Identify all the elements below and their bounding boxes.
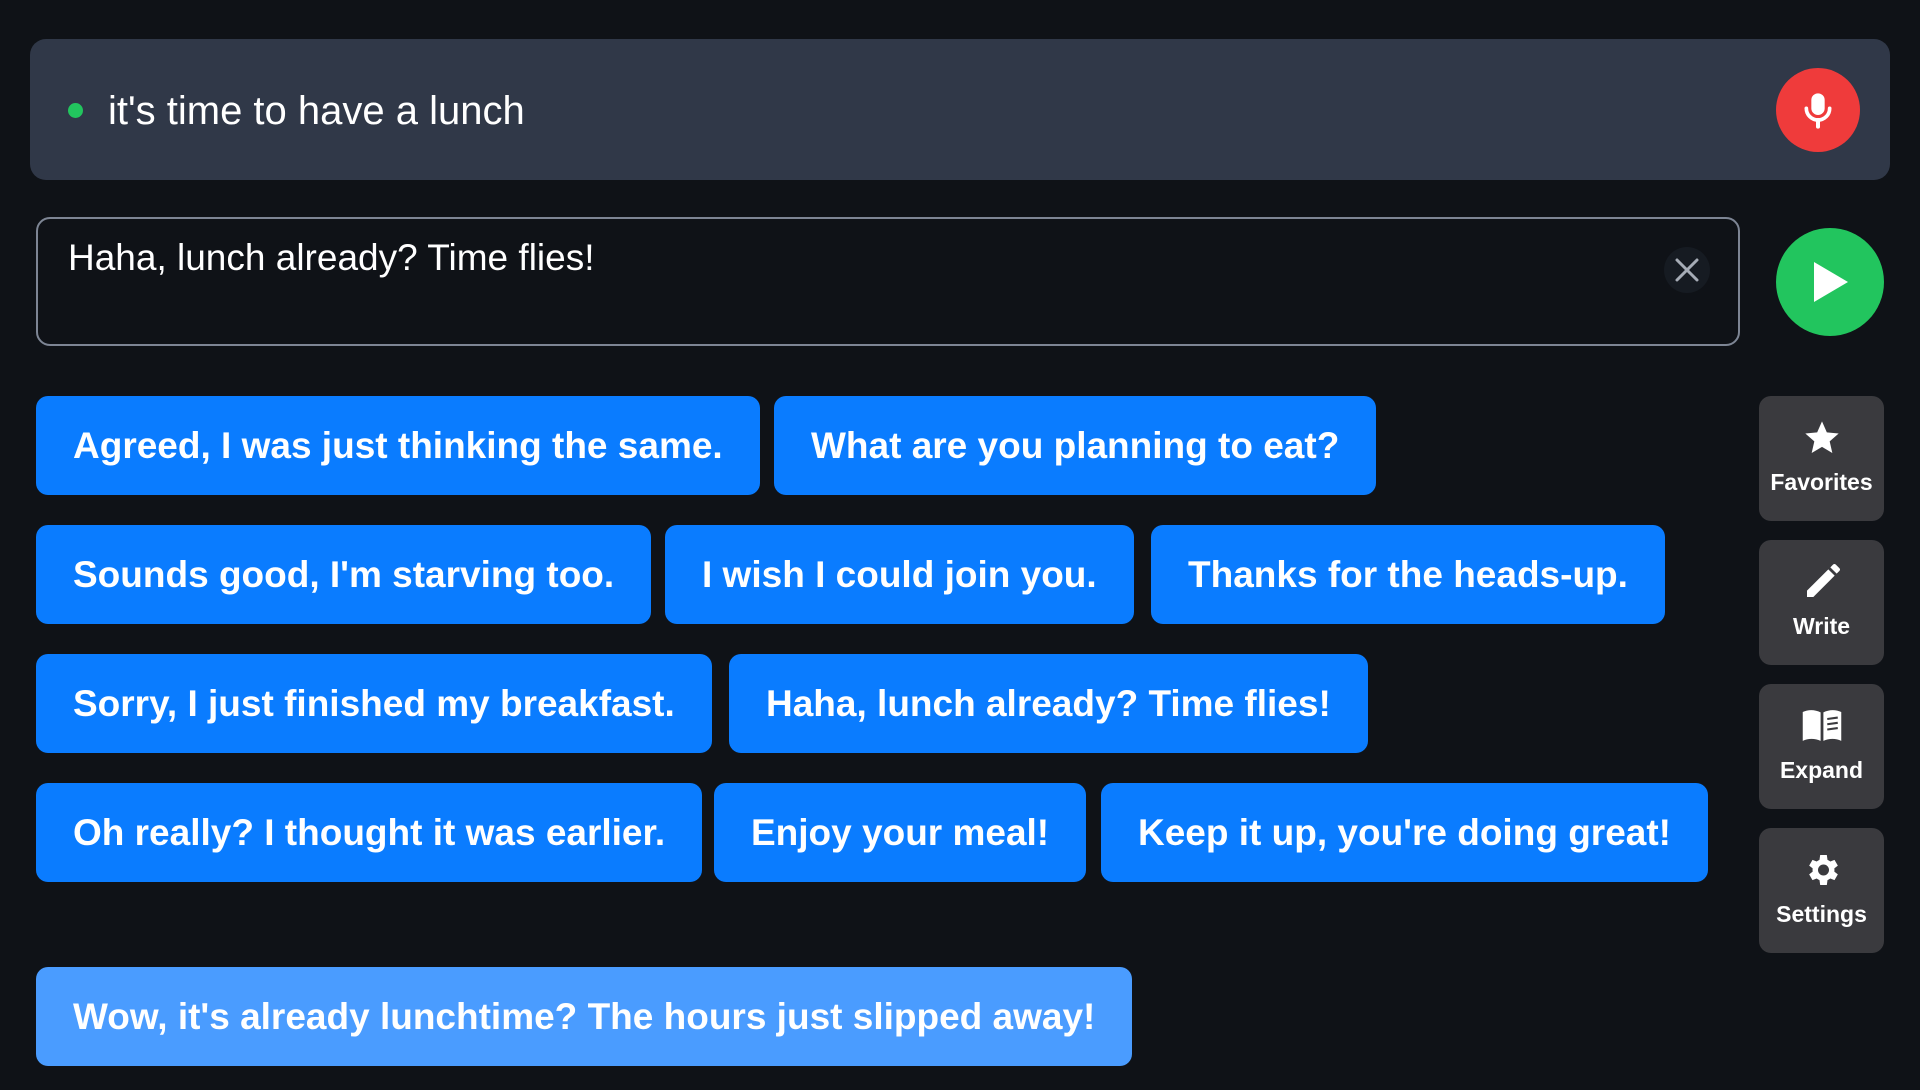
book-icon	[1802, 710, 1841, 741]
suggestion-chip[interactable]: What are you planning to eat?	[774, 396, 1377, 495]
reply-text: Haha, lunch already? Time flies!	[68, 237, 595, 278]
suggestion-chip[interactable]: I wish I could join you.	[665, 525, 1134, 624]
close-icon	[1675, 258, 1699, 282]
star-icon	[1804, 421, 1839, 453]
app-root: it's time to have a lunch Haha, lunch al…	[0, 0, 1920, 1090]
speech-transcript: it's time to have a lunch	[108, 89, 525, 133]
suggestion-chip[interactable]: Haha, lunch already? Time flies!	[729, 654, 1368, 753]
settings-label: Settings	[1776, 901, 1867, 927]
gear-icon	[1808, 855, 1838, 885]
reply-text-field[interactable]: Haha, lunch already? Time flies!	[36, 217, 1740, 346]
suggestion-chip[interactable]: Oh really? I thought it was earlier.	[36, 783, 703, 882]
clear-reply-button[interactable]	[1664, 247, 1710, 293]
microphone-button[interactable]	[1776, 68, 1860, 152]
listening-indicator	[68, 103, 83, 118]
play-icon	[1814, 262, 1848, 302]
expand-label: Expand	[1779, 757, 1864, 783]
favorites-button[interactable]: Favorites	[1759, 396, 1884, 521]
suggestion-chip[interactable]: Enjoy your meal!	[714, 783, 1087, 882]
speak-reply-button[interactable]	[1776, 228, 1884, 336]
favorites-label: Favorites	[1770, 469, 1873, 495]
suggestion-chip[interactable]: Agreed, I was just thinking the same.	[36, 396, 760, 495]
suggestion-chip[interactable]: Sounds good, I'm starving too.	[36, 525, 652, 624]
settings-button[interactable]: Settings	[1759, 828, 1884, 953]
suggestion-chip[interactable]: Thanks for the heads-up.	[1151, 525, 1665, 624]
expand-button[interactable]: Expand	[1759, 684, 1884, 809]
pencil-icon	[1806, 564, 1840, 597]
expanded-suggestion-chip[interactable]: Wow, it's already lunchtime? The hours j…	[36, 967, 1133, 1066]
write-button[interactable]: Write	[1759, 540, 1884, 665]
suggestion-chip[interactable]: Keep it up, you're doing great!	[1101, 783, 1708, 882]
suggestion-chip[interactable]: Sorry, I just finished my breakfast.	[36, 654, 712, 753]
write-label: Write	[1792, 613, 1851, 639]
microphone-icon	[1804, 93, 1832, 129]
